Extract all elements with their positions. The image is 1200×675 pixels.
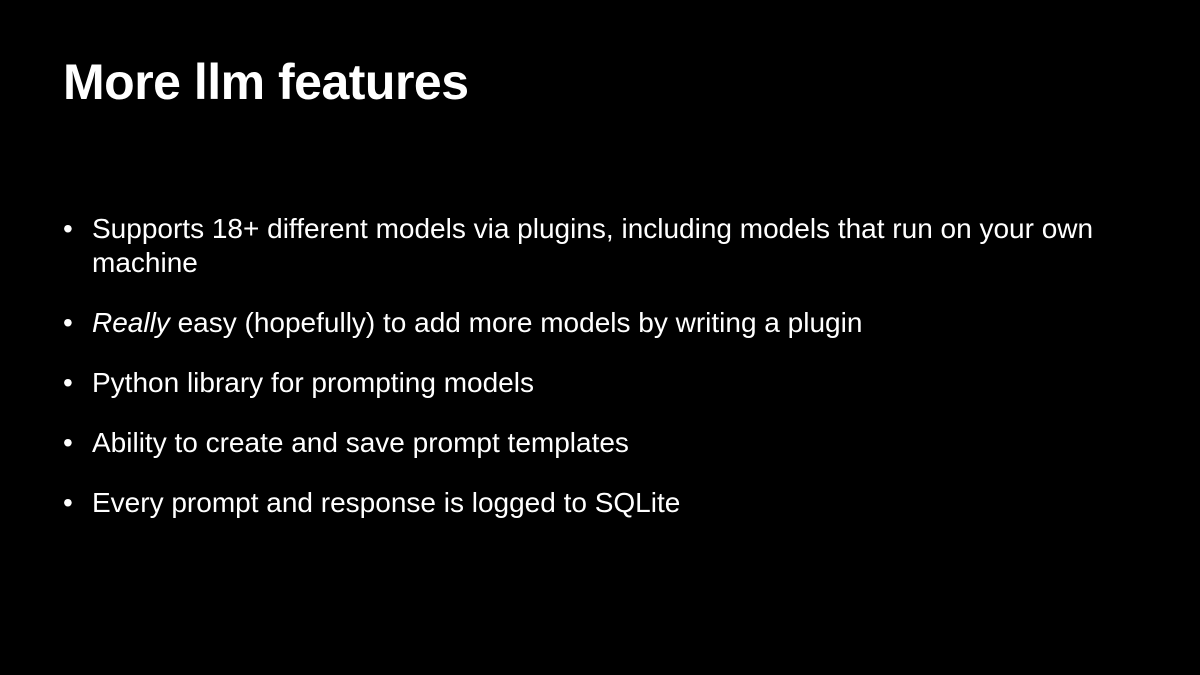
bullet-dot-icon: • bbox=[63, 427, 73, 458]
bullet-text: Ability to create and save prompt templa… bbox=[92, 427, 629, 458]
bullet-dot-icon: • bbox=[63, 213, 73, 244]
slide-title: More llm features bbox=[63, 54, 469, 110]
bullet-dot-icon: • bbox=[63, 307, 73, 338]
bullet-text: Every prompt and response is logged to S… bbox=[92, 487, 681, 518]
bullet-item: • Ability to create and save prompt temp… bbox=[63, 426, 1143, 460]
bullet-item: • Python library for prompting models bbox=[63, 366, 1143, 400]
bullet-dot-icon: • bbox=[63, 487, 73, 518]
bullet-text: easy (hopefully) to add more models by w… bbox=[169, 307, 863, 338]
bullet-item: • Really easy (hopefully) to add more mo… bbox=[63, 306, 1143, 340]
bullet-text: Supports 18+ different models via plugin… bbox=[92, 213, 1094, 278]
slide: More llm features • Supports 18+ differe… bbox=[0, 0, 1200, 675]
bullet-text: Python library for prompting models bbox=[92, 367, 534, 398]
bullet-emphasis: Really bbox=[92, 307, 170, 338]
bullet-item: • Every prompt and response is logged to… bbox=[63, 486, 1143, 520]
bullet-list: • Supports 18+ different models via plug… bbox=[63, 212, 1143, 546]
bullet-item: • Supports 18+ different models via plug… bbox=[63, 212, 1143, 280]
bullet-dot-icon: • bbox=[63, 367, 73, 398]
